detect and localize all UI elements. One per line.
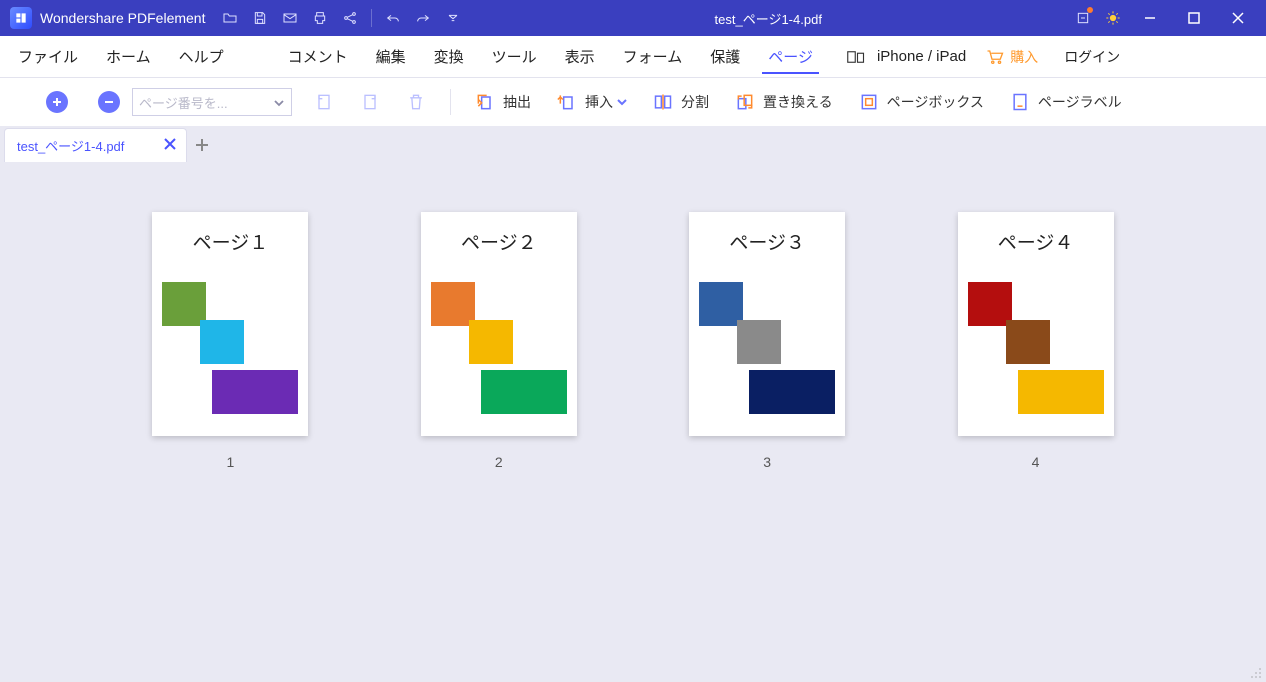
menu-convert[interactable]: 変換: [420, 36, 478, 78]
app-name: Wondershare PDFelement: [40, 10, 205, 26]
thumb-shape-c: [749, 370, 835, 414]
tab-close-button[interactable]: [164, 138, 176, 153]
app-logo-icon: [10, 7, 32, 29]
page-thumbnail-title: ページ４: [968, 228, 1104, 255]
thumb-shape-b: [1006, 320, 1050, 364]
menu-page[interactable]: ページ: [754, 36, 827, 78]
menu-file[interactable]: ファイル: [4, 36, 92, 78]
pagebox-label: ページボックス: [887, 92, 984, 112]
extract-button[interactable]: 抽出: [465, 78, 541, 126]
split-label: 分割: [681, 92, 709, 112]
split-icon: [653, 92, 673, 112]
rotate-right-button[interactable]: [350, 78, 390, 126]
page-toolbar: ページ番号を... 抽出 挿入 分割 置き換える ページボックス ページラベル: [0, 78, 1266, 126]
page-thumbnail[interactable]: ページ３ 3: [689, 212, 845, 470]
pagebox-icon: [859, 92, 879, 112]
page-thumbnail[interactable]: ページ２ 2: [421, 212, 577, 470]
menu-protect[interactable]: 保護: [696, 36, 754, 78]
replace-button[interactable]: 置き換える: [725, 78, 843, 126]
purchase-button[interactable]: 購入: [974, 47, 1050, 67]
pagelabel-label: ページラベル: [1038, 92, 1122, 112]
toolbar-separator: [450, 89, 451, 115]
thumb-shape-c: [481, 370, 567, 414]
page-thumbnail-workspace: ページ１ 1 ページ２ 2 ページ３ 3 ページ４ 4: [0, 162, 1266, 682]
maximize-button[interactable]: [1172, 0, 1216, 36]
page-thumbnail-title: ページ３: [699, 228, 835, 255]
pagebox-button[interactable]: ページボックス: [849, 78, 994, 126]
page-number-input[interactable]: ページ番号を...: [132, 88, 292, 116]
delete-page-button[interactable]: [396, 78, 436, 126]
title-bar: Wondershare PDFelement test_ページ1-4.pdf: [0, 0, 1266, 36]
print-icon[interactable]: [305, 0, 335, 36]
extract-label: 抽出: [503, 92, 531, 112]
purchase-label: 購入: [1010, 47, 1038, 67]
quick-access-dropdown-icon[interactable]: [438, 0, 468, 36]
device-label[interactable]: iPhone / iPad: [869, 36, 974, 78]
page-thumbnail-title: ページ２: [431, 228, 567, 255]
theme-toggle-icon[interactable]: [1098, 0, 1128, 36]
insert-dropdown-icon[interactable]: [617, 94, 627, 110]
redo-icon[interactable]: [408, 0, 438, 36]
save-icon[interactable]: [245, 0, 275, 36]
page-number-label: 1: [226, 454, 234, 470]
insert-button[interactable]: 挿入: [547, 78, 637, 126]
page-number-label: 3: [763, 454, 771, 470]
resize-grip-icon[interactable]: [1250, 666, 1262, 678]
page-thumbnail[interactable]: ページ１ 1: [152, 212, 308, 470]
thumb-shape-c: [212, 370, 298, 414]
mail-icon[interactable]: [275, 0, 305, 36]
new-tab-button[interactable]: [187, 128, 217, 162]
tab-strip: test_ページ1-4.pdf: [0, 126, 1266, 162]
thumb-shape-b: [737, 320, 781, 364]
replace-icon: [735, 92, 755, 112]
menu-bar: ファイル ホーム ヘルプ コメント 編集 変換 ツール 表示 フォーム 保護 ペ…: [0, 36, 1266, 78]
menu-tool[interactable]: ツール: [478, 36, 551, 78]
split-button[interactable]: 分割: [643, 78, 719, 126]
page-number-placeholder: ページ番号を...: [139, 93, 228, 112]
page-number-label: 4: [1032, 454, 1040, 470]
share-icon[interactable]: [335, 0, 365, 36]
menu-form[interactable]: フォーム: [609, 36, 697, 78]
notification-icon[interactable]: [1068, 0, 1098, 36]
tab-label: test_ページ1-4.pdf: [17, 136, 124, 155]
document-title: test_ページ1-4.pdf: [468, 9, 1068, 28]
thumb-shape-b: [469, 320, 513, 364]
replace-label: 置き換える: [763, 92, 833, 112]
menu-help[interactable]: ヘルプ: [165, 36, 238, 78]
pagelabel-button[interactable]: ページラベル: [1000, 78, 1132, 126]
thumb-shape-c: [1018, 370, 1104, 414]
page-thumbnail-card: ページ１: [152, 212, 308, 436]
page-thumbnail[interactable]: ページ４ 4: [958, 212, 1114, 470]
thumb-shape-b: [200, 320, 244, 364]
cart-icon: [986, 49, 1004, 65]
pagelabel-icon: [1010, 92, 1030, 112]
page-thumbnail-card: ページ４: [958, 212, 1114, 436]
close-window-button[interactable]: [1216, 0, 1260, 36]
extract-icon: [475, 92, 495, 112]
minimize-button[interactable]: [1128, 0, 1172, 36]
login-button[interactable]: ログイン: [1050, 47, 1134, 67]
zoom-in-button[interactable]: [46, 91, 68, 113]
menu-view[interactable]: 表示: [551, 36, 609, 78]
device-sync-icon[interactable]: [839, 50, 869, 64]
notification-dot-icon: [1087, 7, 1093, 13]
zoom-out-button[interactable]: [98, 91, 120, 113]
menu-edit[interactable]: 編集: [362, 36, 420, 78]
menu-home[interactable]: ホーム: [92, 36, 165, 78]
page-number-label: 2: [495, 454, 503, 470]
page-thumbnail-card: ページ２: [421, 212, 577, 436]
rotate-left-button[interactable]: [304, 78, 344, 126]
chevron-down-icon: [273, 97, 285, 112]
menu-comment[interactable]: コメント: [274, 36, 362, 78]
insert-icon: [557, 92, 577, 112]
page-thumbnail-card: ページ３: [689, 212, 845, 436]
insert-label: 挿入: [585, 92, 613, 112]
title-separator: [371, 9, 372, 27]
open-file-icon[interactable]: [215, 0, 245, 36]
undo-icon[interactable]: [378, 0, 408, 36]
page-thumbnail-title: ページ１: [162, 228, 298, 255]
document-tab[interactable]: test_ページ1-4.pdf: [4, 128, 187, 162]
